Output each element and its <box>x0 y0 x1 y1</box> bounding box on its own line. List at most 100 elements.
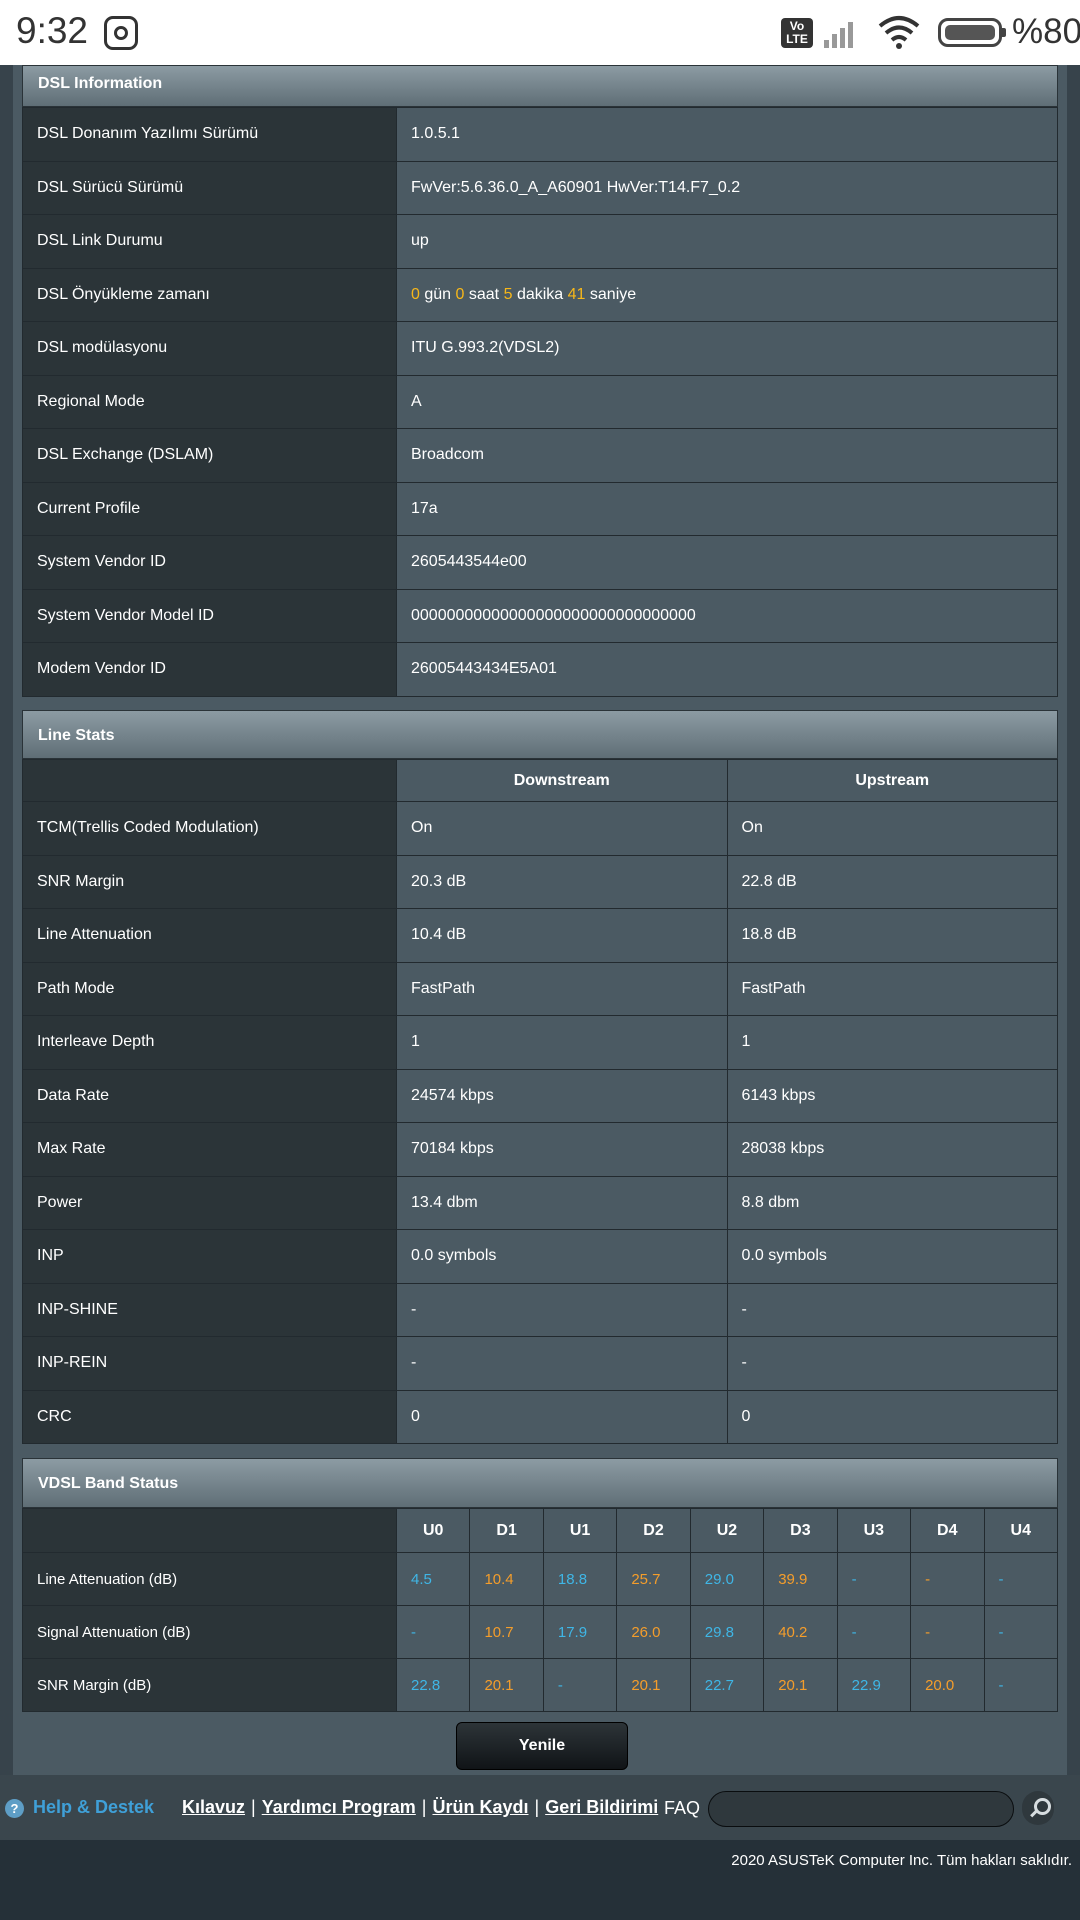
downstream-value: - <box>396 1336 728 1391</box>
section-title: DSL Information <box>22 65 1058 107</box>
section-title: Line Stats <box>22 710 1058 759</box>
uptime-minutes: 5 <box>503 285 513 303</box>
band-value: 17.9 <box>542 1605 618 1659</box>
upstream-value: 1 <box>726 1015 1058 1070</box>
table-row: DSL Sürücü Sürümü FwVer:5.6.36.0_A_A60901… <box>22 160 1058 215</box>
instagram-icon <box>104 16 138 50</box>
utility-link[interactable]: Yardımcı Program <box>262 1797 416 1817</box>
row-value: 0 gün 0 saat 5 dakika 41 saniye <box>396 267 1058 322</box>
band-value: 40.2 <box>763 1605 838 1659</box>
help-icon[interactable]: ? <box>5 1799 24 1818</box>
table-row: INP-REIN - - <box>22 1336 1058 1391</box>
line-stats-section: Line Stats Downstream Upstream TCM(Trell… <box>22 710 1058 1444</box>
table-row: DSL Exchange (DSLAM) Broadcom <box>22 428 1058 483</box>
band-value: 22.7 <box>689 1658 765 1712</box>
upstream-value: On <box>726 801 1058 856</box>
upstream-value: FastPath <box>726 961 1058 1016</box>
row-value: FwVer:5.6.36.0_A_A60901 HwVer:T14.F7_0.2 <box>396 160 1058 215</box>
row-label: Modem Vendor ID <box>22 642 397 697</box>
row-label: DSL Sürücü Sürümü <box>22 160 397 215</box>
band-header-u0: U0 <box>395 1508 471 1553</box>
table-row: Current Profile 17a <box>22 481 1058 536</box>
row-value: 1.0.5.1 <box>396 107 1058 162</box>
uptime-minutes-unit: dakika <box>516 285 564 303</box>
band-value: 29.0 <box>689 1552 765 1606</box>
row-value: A <box>396 374 1058 429</box>
upstream-value: 0.0 symbols <box>726 1229 1058 1284</box>
table-row: Data Rate 24574 kbps 6143 kbps <box>22 1068 1058 1123</box>
row-value: ITU G.993.2(VDSL2) <box>396 321 1058 376</box>
row-label: DSL modülasyonu <box>22 321 397 376</box>
band-value: - <box>542 1658 618 1712</box>
row-label: System Vendor Model ID <box>22 588 397 643</box>
row-label: SNR Margin <box>22 854 397 909</box>
band-header-u4: U4 <box>983 1508 1058 1553</box>
band-value: - <box>836 1605 912 1659</box>
uptime-seconds: 41 <box>567 285 586 303</box>
downstream-value: 13.4 dbm <box>396 1175 728 1230</box>
header-blank <box>22 759 397 802</box>
faq-label: FAQ <box>664 1798 701 1818</box>
table-row: DSL modülasyonu ITU G.993.2(VDSL2) <box>22 321 1058 376</box>
table-row: Path Mode FastPath FastPath <box>22 961 1058 1016</box>
downstream-value: On <box>396 801 728 856</box>
table-row: Power 13.4 dbm 8.8 dbm <box>22 1175 1058 1230</box>
battery-percent: %80 <box>1012 12 1080 51</box>
band-value: - <box>836 1552 912 1606</box>
band-value: 10.7 <box>469 1605 544 1659</box>
band-value: 20.1 <box>616 1658 691 1712</box>
feedback-link[interactable]: Geri Bildirimi <box>545 1797 658 1817</box>
faq-search-input[interactable] <box>708 1791 1014 1827</box>
band-value: - <box>395 1605 471 1659</box>
upstream-value: - <box>726 1336 1058 1391</box>
manual-link[interactable]: Kılavuz <box>182 1797 245 1817</box>
row-label: TCM(Trellis Coded Modulation) <box>22 801 397 856</box>
header-upstream: Upstream <box>726 759 1058 802</box>
band-value: 22.8 <box>395 1658 471 1712</box>
header-blank <box>22 1508 397 1553</box>
band-value: - <box>910 1552 985 1606</box>
band-value: - <box>910 1605 985 1659</box>
table-row: System Vendor Model ID 000000000000000000… <box>22 588 1058 643</box>
row-label: Signal Attenuation (dB) <box>22 1605 397 1659</box>
table-row: INP 0.0 symbols 0.0 symbols <box>22 1229 1058 1284</box>
band-value: 18.8 <box>542 1552 618 1606</box>
band-value: 26.0 <box>616 1605 691 1659</box>
row-label: Path Mode <box>22 961 397 1016</box>
row-label: DSL Donanım Yazılımı Sürümü <box>22 107 397 162</box>
row-label: CRC <box>22 1389 397 1444</box>
table-row: DSL Link Durumu up <box>22 214 1058 269</box>
band-value: 10.4 <box>469 1552 544 1606</box>
search-icon[interactable] <box>1022 1791 1054 1825</box>
downstream-value: 70184 kbps <box>396 1122 728 1177</box>
table-row: System Vendor ID 2605443544e00 <box>22 535 1058 590</box>
band-value: - <box>983 1605 1058 1659</box>
refresh-button[interactable]: Yenile <box>456 1722 628 1770</box>
band-header-u3: U3 <box>836 1508 912 1553</box>
band-value: 20.0 <box>910 1658 985 1712</box>
band-header-d4: D4 <box>910 1508 985 1553</box>
band-value: 20.1 <box>763 1658 838 1712</box>
upstream-value: 0 <box>726 1389 1058 1444</box>
help-link[interactable]: Help & Destek <box>33 1797 154 1818</box>
downstream-value: 24574 kbps <box>396 1068 728 1123</box>
band-value: 20.1 <box>469 1658 544 1712</box>
row-label: SNR Margin (dB) <box>22 1658 397 1712</box>
row-label: Data Rate <box>22 1068 397 1123</box>
band-header-d1: D1 <box>469 1508 544 1553</box>
upstream-value: - <box>726 1282 1058 1337</box>
product-registration-link[interactable]: Ürün Kaydı <box>432 1797 528 1817</box>
table-row: DSL Donanım Yazılımı Sürümü 1.0.5.1 <box>22 107 1058 162</box>
row-label: INP-REIN <box>22 1336 397 1391</box>
band-value: 39.9 <box>763 1552 838 1606</box>
table-row: SNR Margin 20.3 dB 22.8 dB <box>22 854 1058 909</box>
band-header-u1: U1 <box>542 1508 618 1553</box>
row-label: INP-SHINE <box>22 1282 397 1337</box>
uptime-days: 0 <box>411 285 420 303</box>
row-value: 26005443434E5A01 <box>396 642 1058 697</box>
table-row: Signal Attenuation (dB) -10.7 17.9 26.0 29.8… <box>22 1605 1058 1659</box>
table-row: TCM(Trellis Coded Modulation) On On <box>22 801 1058 856</box>
separator: | <box>251 1797 256 1817</box>
downstream-value: 10.4 dB <box>396 908 728 963</box>
separator: | <box>421 1797 427 1817</box>
